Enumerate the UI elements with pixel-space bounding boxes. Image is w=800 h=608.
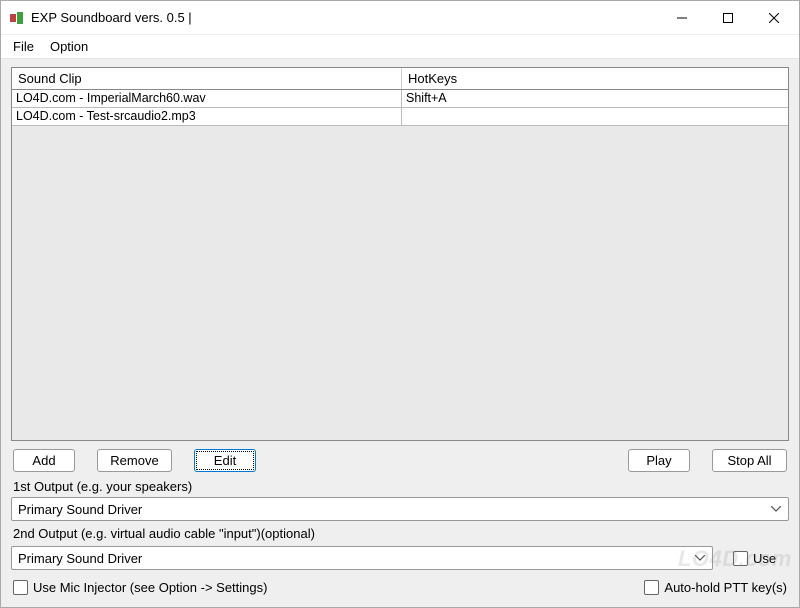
- app-window: EXP Soundboard vers. 0.5 | File Option S…: [0, 0, 800, 608]
- output1-value: Primary Sound Driver: [18, 502, 770, 517]
- output1-dropdown[interactable]: Primary Sound Driver: [11, 497, 789, 521]
- output2-value: Primary Sound Driver: [18, 551, 694, 566]
- cell-clip: LO4D.com - ImperialMarch60.wav: [12, 90, 402, 107]
- auto-hold-ptt-label: Auto-hold PTT key(s): [664, 580, 787, 595]
- play-button[interactable]: Play: [628, 449, 690, 472]
- close-button[interactable]: [751, 2, 797, 34]
- table-row[interactable]: LO4D.com - Test-srcaudio2.mp3: [12, 108, 788, 126]
- use-output2-label: Use: [753, 551, 776, 566]
- menubar: File Option: [1, 35, 799, 59]
- maximize-button[interactable]: [705, 2, 751, 34]
- titlebar: EXP Soundboard vers. 0.5 |: [1, 1, 799, 35]
- use-output2-checkbox-wrap[interactable]: Use: [733, 551, 776, 566]
- window-controls: [659, 2, 797, 34]
- use-output2-checkbox[interactable]: [733, 551, 748, 566]
- chevron-down-icon: [770, 506, 782, 512]
- table-row[interactable]: LO4D.com - ImperialMarch60.wav Shift+A: [12, 90, 788, 108]
- minimize-button[interactable]: [659, 2, 705, 34]
- content-area: Sound Clip HotKeys LO4D.com - ImperialMa…: [1, 59, 799, 607]
- bottom-row: Use Mic Injector (see Option -> Settings…: [11, 570, 789, 597]
- output1-label: 1st Output (e.g. your speakers): [11, 478, 789, 497]
- menu-file[interactable]: File: [7, 37, 40, 56]
- column-header-soundclip[interactable]: Sound Clip: [12, 68, 402, 89]
- edit-button[interactable]: Edit: [194, 449, 256, 472]
- table-body: LO4D.com - ImperialMarch60.wav Shift+A L…: [12, 90, 788, 126]
- window-title: EXP Soundboard vers. 0.5 |: [31, 10, 659, 25]
- column-header-hotkeys[interactable]: HotKeys: [402, 68, 788, 89]
- auto-hold-ptt-checkbox[interactable]: [644, 580, 659, 595]
- auto-hold-ptt-checkbox-wrap[interactable]: Auto-hold PTT key(s): [644, 580, 787, 595]
- table-header: Sound Clip HotKeys: [12, 68, 788, 90]
- output2-label: 2nd Output (e.g. virtual audio cable "in…: [11, 525, 789, 544]
- cell-hotkeys: Shift+A: [402, 90, 788, 107]
- cell-clip: LO4D.com - Test-srcaudio2.mp3: [12, 108, 402, 125]
- chevron-down-icon: [694, 555, 706, 561]
- mic-injector-checkbox-wrap[interactable]: Use Mic Injector (see Option -> Settings…: [13, 580, 267, 595]
- mic-injector-checkbox[interactable]: [13, 580, 28, 595]
- sound-clip-table: Sound Clip HotKeys LO4D.com - ImperialMa…: [11, 67, 789, 441]
- output2-dropdown[interactable]: Primary Sound Driver: [11, 546, 713, 570]
- cell-hotkeys: [402, 108, 788, 125]
- stop-all-button[interactable]: Stop All: [712, 449, 787, 472]
- output2-row: Primary Sound Driver Use: [11, 546, 789, 570]
- mic-injector-label: Use Mic Injector (see Option -> Settings…: [33, 580, 267, 595]
- app-icon: [9, 10, 25, 26]
- menu-option[interactable]: Option: [44, 37, 94, 56]
- add-button[interactable]: Add: [13, 449, 75, 472]
- remove-button[interactable]: Remove: [97, 449, 172, 472]
- button-row: Add Remove Edit Play Stop All: [11, 441, 789, 478]
